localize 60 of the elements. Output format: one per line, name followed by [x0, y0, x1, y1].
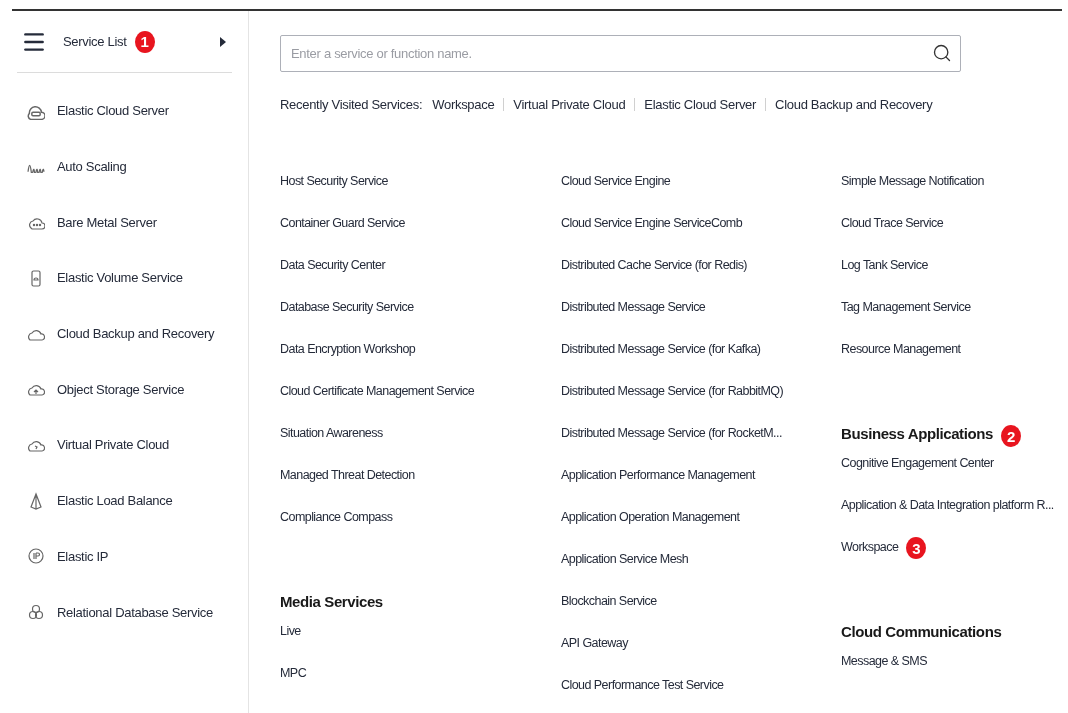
service-link[interactable]: Cloud Certificate Management Service [280, 384, 475, 398]
sidebar-item[interactable]: Elastic Volume Service [57, 270, 183, 286]
service-link[interactable]: Distributed Message Service [561, 300, 706, 314]
service-link[interactable]: Host Security Service [280, 174, 388, 188]
ip-circle-icon [27, 547, 45, 566]
service-link[interactable]: Cloud Service Engine [561, 174, 671, 188]
service-link[interactable]: API Gateway [561, 636, 628, 650]
service-link[interactable]: Distributed Message Service (for Kafka) [561, 342, 761, 356]
sidebar-item[interactable]: Auto Scaling [57, 159, 127, 175]
three-circles-icon [27, 603, 45, 622]
service-link[interactable]: Workspace [841, 540, 899, 554]
section-heading: Cloud Communications [841, 623, 1002, 640]
service-link[interactable]: Live [280, 624, 301, 638]
service-link[interactable]: Distributed Message Service (for RabbitMQ) [561, 384, 784, 398]
service-link[interactable]: Application Operation Management [561, 510, 740, 524]
step-badge: 1 [134, 30, 155, 53]
service-link[interactable]: Application Performance Management [561, 468, 755, 482]
sidebar-item[interactable]: Relational Database Service [57, 604, 213, 620]
sidebar-item[interactable]: Elastic Cloud Server [57, 103, 169, 119]
service-link[interactable]: Distributed Cache Service (for Redis) [561, 258, 747, 272]
service-link[interactable]: Data Security Center [280, 258, 386, 272]
service-link[interactable]: Resource Management [841, 342, 961, 356]
sidebar-item[interactable]: Virtual Private Cloud [57, 437, 169, 453]
recent-link[interactable]: Virtual Private Cloud [513, 97, 626, 112]
service-link[interactable]: Cloud Trace Service [841, 216, 944, 230]
service-link[interactable]: Tag Management Service [841, 300, 971, 314]
recent-link[interactable]: Cloud Backup and Recovery [775, 97, 933, 112]
sidebar-item[interactable]: Elastic IP [57, 548, 109, 564]
service-link[interactable]: Distributed Message Service (for RocketM... [561, 426, 782, 440]
service-link[interactable]: Message & SMS [841, 654, 927, 668]
service-link[interactable]: Cognitive Engagement Center [841, 456, 994, 470]
service-link[interactable]: Blockchain Service [561, 594, 657, 608]
search-field[interactable]: Enter a service or function name. [280, 35, 961, 72]
section-heading: Media Services [280, 593, 383, 610]
recent-label: Recently Visited Services: [280, 97, 423, 112]
service-link[interactable]: Data Encryption Workshop [280, 342, 416, 356]
sidebar-item[interactable]: Object Storage Service [57, 381, 185, 397]
service-link[interactable]: Database Security Service [280, 300, 414, 314]
sidebar-item[interactable]: Elastic Load Balance [57, 493, 173, 509]
service-link[interactable]: MPC [280, 666, 307, 680]
step-badge: 2 [1000, 425, 1021, 447]
service-link[interactable]: Application & Data Integration platform R... [841, 498, 1054, 512]
service-link[interactable]: Situation Awareness [280, 426, 383, 440]
step-badge: 3 [906, 537, 927, 559]
service-link[interactable]: Cloud Performance Test Service [561, 678, 724, 692]
service-link[interactable]: Compliance Compass [280, 510, 393, 524]
service-link[interactable]: Application Service Mesh [561, 552, 689, 566]
recent-link[interactable]: Elastic Cloud Server [644, 97, 757, 112]
recent-link[interactable]: Workspace [432, 97, 495, 112]
sidebar-item[interactable]: Cloud Backup and Recovery [57, 326, 215, 342]
service-link[interactable]: Container Guard Service [280, 216, 405, 230]
service-link[interactable]: Cloud Service Engine ServiceComb [561, 216, 743, 230]
service-link[interactable]: Managed Threat Detection [280, 468, 415, 482]
service-link[interactable]: Log Tank Service [841, 258, 928, 272]
caret-icon[interactable] [220, 36, 226, 47]
search-icon[interactable] [932, 43, 952, 63]
service-link[interactable]: Simple Message Notification [841, 174, 984, 188]
sidebar-item[interactable]: Bare Metal Server [57, 214, 157, 230]
section-heading: Business Applications [841, 425, 993, 442]
service-list-title: Service List [63, 34, 127, 49]
